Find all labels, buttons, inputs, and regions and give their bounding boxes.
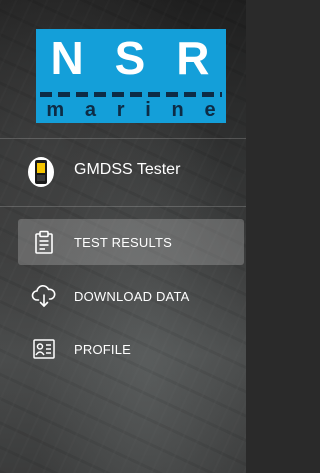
cloud-download-icon — [31, 283, 57, 309]
drawer-header: N S R m a r i n e — [0, 0, 246, 139]
menu-item-download-data[interactable]: DOWNLOAD DATA — [18, 273, 244, 319]
device-name: GMDSS Tester — [74, 161, 181, 178]
clipboard-icon — [31, 229, 57, 255]
profile-card-icon — [31, 336, 57, 362]
navigation-drawer: N S R m a r i n e GMDSS Tester TEST RESU… — [0, 0, 246, 473]
handheld-tester-icon — [26, 155, 56, 194]
logo-top-text: N S R — [50, 32, 212, 84]
menu-label: TEST RESULTS — [74, 234, 172, 250]
nsr-marine-logo: N S R m a r i n e — [36, 29, 226, 123]
menu-label: DOWNLOAD DATA — [74, 288, 190, 304]
menu-item-profile[interactable]: PROFILE — [18, 326, 244, 372]
menu-item-test-results[interactable]: TEST RESULTS — [18, 219, 244, 265]
menu-label: PROFILE — [74, 341, 132, 357]
logo-bottom-text: m a r i n e — [46, 98, 216, 121]
